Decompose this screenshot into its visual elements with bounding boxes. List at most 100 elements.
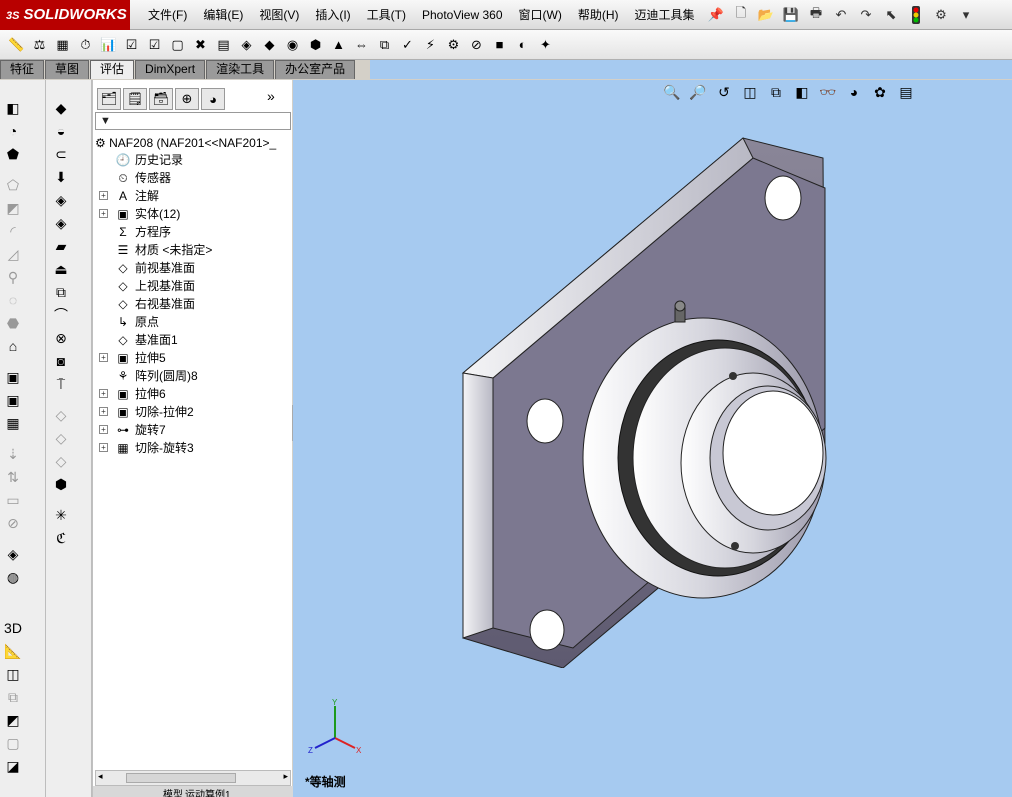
tree-item[interactable]: + ▦ 切除-旋转3 (93, 439, 293, 457)
c-shape-icon[interactable]: ⊂ (50, 144, 72, 164)
tree-item[interactable]: + A 注解 (93, 187, 293, 205)
dimxpert-manager-tab-icon[interactable]: ⊕ (175, 88, 199, 110)
sustainability-icon[interactable]: ✦ (535, 34, 556, 55)
revolve-boss-icon[interactable]: ◔ (2, 121, 24, 141)
simulation-xpress-icon[interactable]: ⚡ (420, 34, 441, 55)
helix-icon[interactable]: ℭ (50, 528, 72, 548)
tab-evaluate[interactable]: 评估 (90, 60, 135, 79)
section-properties-icon[interactable]: ▦ (52, 34, 73, 55)
measure-icon[interactable]: 📏 (6, 34, 27, 55)
curvature-icon[interactable]: ◈ (236, 34, 257, 55)
driveworksxpress-icon[interactable]: ■ (489, 34, 510, 55)
geometry-analysis-icon[interactable]: ☑ (144, 34, 165, 55)
chevron-right-icon[interactable]: » (267, 88, 275, 112)
shape-icon[interactable]: ◪ (2, 756, 24, 776)
select-pointer-icon[interactable]: ⬉ (880, 4, 902, 26)
expand-icon[interactable]: + (99, 407, 108, 416)
apply-scene-icon[interactable]: ✿ (869, 82, 891, 102)
tree-item[interactable]: + ▣ 拉伸5 (93, 349, 293, 367)
menu-maidi-tools[interactable]: 迈迪工具集 (627, 0, 703, 30)
zebra-stripes-icon[interactable]: ▤ (213, 34, 234, 55)
hole-wizard-icon[interactable]: ⌂ (2, 336, 24, 356)
menu-file[interactable]: 文件(F) (140, 0, 195, 30)
expand-icon[interactable]: + (99, 443, 108, 452)
import-diagnostics-icon[interactable]: ▢ (167, 34, 188, 55)
tree-item[interactable]: ◇ 基准面1 (93, 331, 293, 349)
tree-item[interactable]: ◇ 上视基准面 (93, 277, 293, 295)
expand-icon[interactable]: + (99, 209, 108, 218)
expand-icon[interactable]: + (99, 353, 108, 362)
menu-help[interactable]: 帮助(H) (570, 0, 627, 30)
chamfer-icon[interactable]: ◿ (2, 244, 24, 264)
tab-office-products[interactable]: 办公室产品 (275, 60, 356, 79)
draft-analysis-icon[interactable]: ◆ (259, 34, 280, 55)
sweep-surface-icon[interactable]: ⌒ (50, 305, 72, 325)
linear-pattern-icon[interactable]: ▣ (2, 367, 24, 387)
tree-item[interactable]: ⏲ 传感器 (93, 169, 293, 187)
section-view-icon[interactable]: ◫ (739, 82, 761, 102)
options-icon[interactable]: ⚙ (930, 4, 952, 26)
freeform-icon[interactable]: ◇ (50, 428, 72, 448)
loft-icon[interactable]: ⬠ (2, 175, 24, 195)
tree-item[interactable]: ◇ 前视基准面 (93, 259, 293, 277)
point-icon[interactable]: ✳ (50, 505, 72, 525)
hide-show-items-icon[interactable]: 👓 (817, 82, 839, 102)
tab-model[interactable]: 模型 (163, 786, 183, 797)
costing-icon[interactable]: ◐ (512, 34, 533, 55)
configuration-manager-tab-icon[interactable]: 🗃 (149, 88, 173, 110)
new-document-icon[interactable]: 🗋 (730, 4, 752, 26)
section-view-icon[interactable]: ◫ (2, 664, 24, 684)
scale-icon[interactable]: ⇅ (2, 467, 24, 487)
draft-icon[interactable]: ⍑ (50, 374, 72, 394)
menu-edit[interactable]: 编辑(E) (195, 0, 251, 30)
menu-view[interactable]: 视图(V) (251, 0, 307, 30)
shell-icon[interactable]: ◌ (2, 290, 24, 310)
rib-icon[interactable]: ⚲ (2, 267, 24, 287)
diamond-feature-icon[interactable]: ◈ (50, 190, 72, 210)
property-manager-tab-icon[interactable]: 🗒 (123, 88, 147, 110)
move-face-icon[interactable]: ⇣ (2, 444, 24, 464)
menu-tools[interactable]: 工具(T) (359, 0, 414, 30)
display-manager-tab-icon[interactable]: ◕ (201, 88, 225, 110)
scroll-thumb[interactable] (126, 773, 236, 783)
tree-item[interactable]: ↳ 原点 (93, 313, 293, 331)
print-icon[interactable]: 🖶 (805, 4, 827, 26)
tab-sketch[interactable]: 草图 (45, 60, 90, 79)
zoom-to-fit-icon[interactable]: 🔍 (661, 82, 683, 102)
deform-icon[interactable]: ◇ (50, 451, 72, 471)
face-fill-icon[interactable]: ▰ (50, 236, 72, 256)
graphics-area[interactable]: 🔍 🔎 ↺ ◫ ⧉ ◧ 👓 ◕ ✿ ▤ Y X Z *等轴测 (293, 80, 1012, 797)
tree-horizontal-scrollbar[interactable]: ◂ ▸ (95, 770, 291, 786)
rebuild-traffic-light-icon[interactable] (905, 4, 927, 26)
floxpress-icon[interactable]: ⊘ (466, 34, 487, 55)
save-icon[interactable]: 💾 (780, 4, 802, 26)
wrap-icon[interactable]: ⬣ (2, 313, 24, 333)
expand-icon[interactable]: + (99, 425, 108, 434)
split-icon[interactable]: ▭ (2, 490, 24, 510)
tree-item[interactable]: + ▣ 拉伸6 (93, 385, 293, 403)
more-options-icon[interactable]: ▾ (955, 4, 977, 26)
indent-icon[interactable]: ⬢ (50, 474, 72, 494)
undo-icon[interactable]: ↶ (830, 4, 852, 26)
menu-window[interactable]: 窗口(W) (511, 0, 570, 30)
tree-filter[interactable]: ▼ (95, 112, 291, 130)
part-model[interactable] (453, 128, 913, 668)
move-copy-body-icon[interactable]: ◩ (2, 710, 24, 730)
arrow-down-icon[interactable]: ⬇ (50, 167, 72, 187)
expand-icon[interactable]: + (99, 389, 108, 398)
boundary-icon[interactable]: ◩ (2, 198, 24, 218)
tree-item[interactable]: Σ 方程序 (93, 223, 293, 241)
cube-icon[interactable]: ◙ (50, 351, 72, 371)
mirror-icon[interactable]: ▣ (2, 390, 24, 410)
edit-appearance-icon[interactable]: ◕ (843, 82, 865, 102)
offset-surface-icon[interactable]: ⧉ (50, 282, 72, 302)
view-orientation-icon[interactable]: ⧉ (765, 82, 787, 102)
diamond-feature-2-icon[interactable]: ◈ (50, 213, 72, 233)
delete-face-icon[interactable]: ⊗ (50, 328, 72, 348)
combine-icon[interactable]: ⊘ (2, 513, 24, 533)
tree-item[interactable]: + ▣ 切除-拉伸2 (93, 403, 293, 421)
intersect-icon[interactable]: ▢ (2, 733, 24, 753)
compare-documents-icon[interactable]: ⧉ (374, 34, 395, 55)
sensor-icon[interactable]: ⏱ (75, 34, 96, 55)
tab-motion-study[interactable]: 运动算例1 (185, 786, 231, 797)
